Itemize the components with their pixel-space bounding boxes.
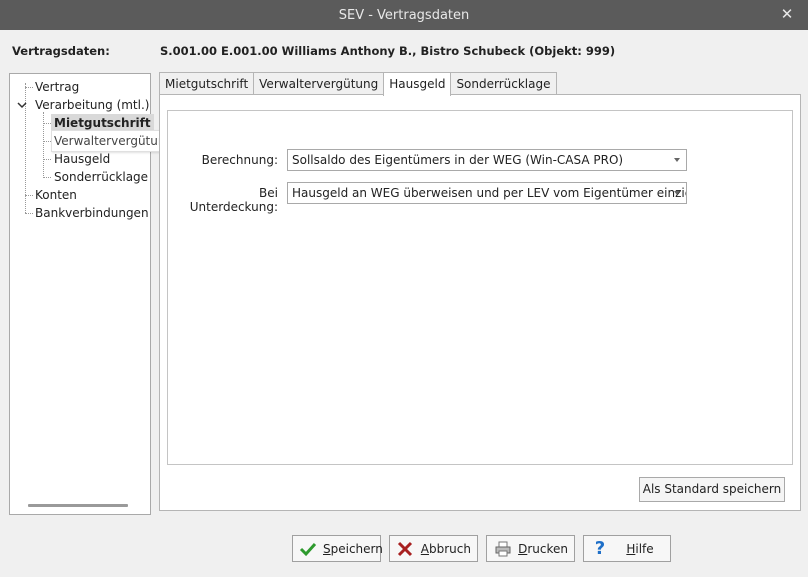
tab-hausgeld[interactable]: Hausgeld [383,72,452,96]
tab-strip: Mietgutschrift Verwaltervergütung Hausge… [159,72,557,96]
dropdown-arrow-icon[interactable] [674,158,680,162]
unterdeckung-select[interactable]: Hausgeld an WEG überweisen und per LEV v… [287,182,687,204]
contract-header: S.001.00 E.001.00 Williams Anthony B., B… [160,44,616,58]
tab-mietgutschrift[interactable]: Mietgutschrift [159,72,255,95]
tree-item-bankverbindungen[interactable]: Bankverbindungen [35,204,149,222]
window-title: SEV - Vertragsdaten [338,7,470,23]
print-button[interactable]: Drucken [486,535,575,562]
title-bar: SEV - Vertragsdaten ✕ [0,0,808,30]
checkmark-icon [299,539,317,559]
tree-item-verwaltervergutung[interactable]: Verwaltervergütung [54,132,173,150]
tree-item-konten[interactable]: Konten [35,186,77,204]
question-icon: ? [594,538,606,559]
tree-item-vertrag[interactable]: Vertrag [35,78,79,96]
berechnung-label: Berechnung: [201,153,278,167]
tree-item-verarbeitung[interactable]: Verarbeitung (mtl.) [35,96,149,114]
help-button[interactable]: ? Hilfe [583,535,671,562]
chevron-down-icon[interactable] [16,99,28,111]
tree-item-hausgeld[interactable]: Hausgeld [54,150,110,168]
settings-group: Berechnung: Sollsaldo des Eigentümers in… [167,110,793,465]
tree-item-sonderrucklage[interactable]: Sonderrücklage [54,168,148,186]
tab-sonderrucklage[interactable]: Sonderrücklage [450,72,557,95]
tab-verwaltervergutung[interactable]: Verwaltervergütung [253,72,385,95]
save-as-default-button[interactable]: Als Standard speichern [639,477,785,502]
sidebar-label: Vertragsdaten: [12,44,110,58]
berechnung-select[interactable]: Sollsaldo des Eigentümers in der WEG (Wi… [287,149,687,171]
save-button[interactable]: Speichern [292,535,383,562]
unterdeckung-value: Hausgeld an WEG überweisen und per LEV v… [292,186,687,200]
dropdown-arrow-icon[interactable] [674,191,680,195]
berechnung-value: Sollsaldo des Eigentümers in der WEG (Wi… [292,153,624,167]
cancel-button[interactable]: Abbruch [389,535,478,562]
tab-panel-hausgeld: Berechnung: Sollsaldo des Eigentümers in… [159,94,801,511]
printer-icon [493,539,512,559]
unterdeckung-label: Bei Unterdeckung: [189,186,278,214]
navigation-tree[interactable]: Vertrag Verarbeitung (mtl.) Mietgutschri… [9,73,173,515]
close-icon[interactable]: ✕ [780,7,794,22]
horizontal-scrollbar[interactable] [28,504,128,507]
x-icon [396,539,415,559]
